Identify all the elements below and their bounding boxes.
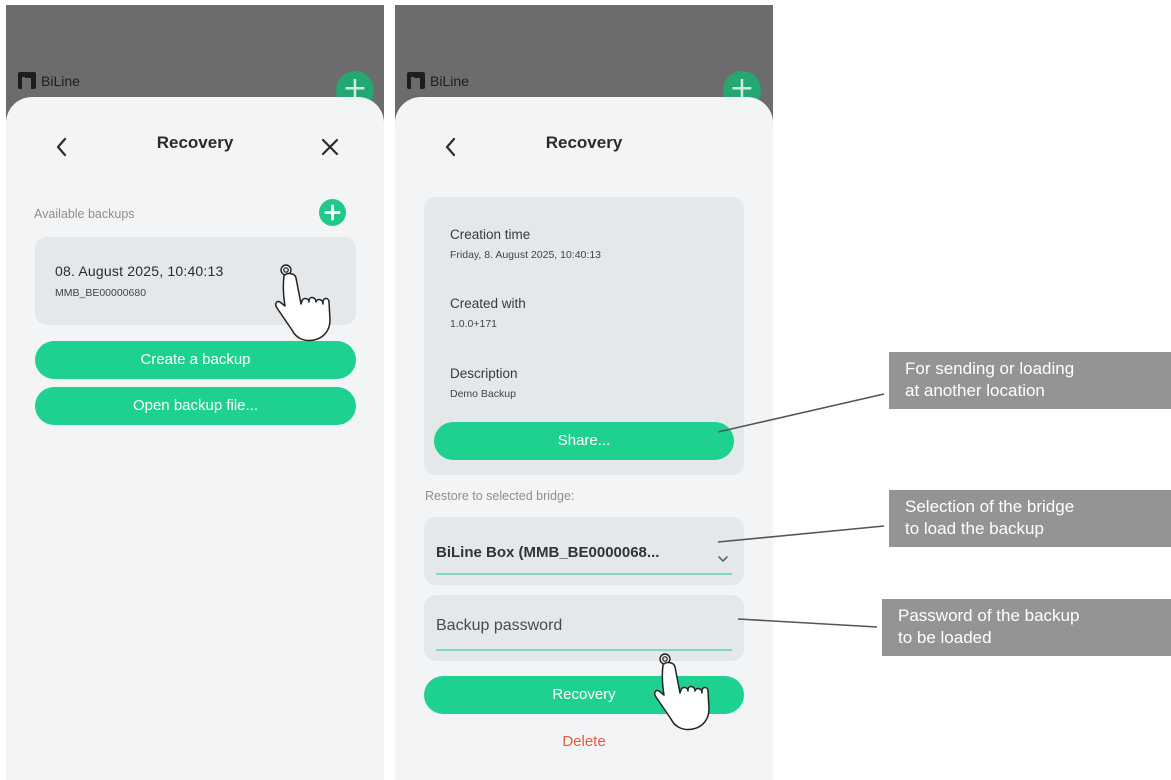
bridge-select[interactable]: BiLine Box (MMB_BE0000068... bbox=[424, 517, 744, 585]
restore-label: Restore to selected bridge: bbox=[425, 489, 575, 503]
app-header-logo: BiLine bbox=[17, 71, 80, 90]
delete-button[interactable]: Delete bbox=[395, 733, 773, 750]
backup-details-card: Creation time Friday, 8. August 2025, 10… bbox=[424, 197, 744, 475]
description-value: Demo Backup bbox=[450, 388, 516, 400]
page-title: Recovery bbox=[545, 133, 623, 152]
recovery-sheet: Recovery Available backups 08. August 20… bbox=[6, 97, 384, 780]
password-annotation-line-2: to be loaded bbox=[898, 628, 992, 647]
share-annotation-line-2: at another location bbox=[905, 381, 1045, 400]
password-annotation-line-1: Password of the backup bbox=[898, 606, 1080, 625]
created-with-label: Created with bbox=[450, 296, 526, 311]
hand-pointer-icon bbox=[274, 264, 338, 346]
biline-logo-icon bbox=[406, 71, 426, 90]
create-backup-button[interactable]: Create a backup bbox=[35, 341, 356, 379]
share-annotation-line-1: For sending or loading bbox=[905, 359, 1075, 378]
creation-time-label: Creation time bbox=[450, 227, 531, 242]
close-icon[interactable] bbox=[318, 135, 342, 159]
chevron-down-icon bbox=[717, 549, 729, 563]
app-name: BiLine bbox=[41, 72, 80, 89]
app-header-logo: BiLine bbox=[406, 71, 469, 90]
bridge-annotation-line-1: Selection of the bridge bbox=[905, 497, 1075, 516]
password-placeholder: Backup password bbox=[436, 617, 563, 634]
bridge-select-underline bbox=[436, 573, 732, 575]
biline-logo-icon bbox=[17, 71, 37, 90]
backup-bridge-id: MMB_BE00000680 bbox=[55, 287, 147, 299]
backup-date: 08. August 2025, 10:40:13 bbox=[55, 263, 224, 279]
password-underline bbox=[436, 649, 732, 651]
selected-bridge-value: BiLine Box (MMB_BE0000068... bbox=[436, 544, 660, 561]
password-annotation: Password of the backup to be loaded bbox=[882, 599, 1171, 656]
recovery-list-screen: BiLine + Recovery Available backups 08. … bbox=[6, 5, 384, 780]
available-backups-label: Available backups bbox=[34, 207, 135, 221]
hand-pointer-icon bbox=[653, 653, 717, 735]
bridge-annotation-line-2: to load the backup bbox=[905, 519, 1044, 538]
description-label: Description bbox=[450, 366, 518, 381]
app-name: BiLine bbox=[430, 72, 469, 89]
share-button[interactable]: Share... bbox=[434, 422, 734, 460]
open-backup-file-button[interactable]: Open backup file... bbox=[35, 387, 356, 425]
created-with-value: 1.0.0+171 bbox=[450, 318, 498, 330]
bridge-annotation: Selection of the bridge to load the back… bbox=[889, 490, 1171, 547]
password-field[interactable]: Backup password bbox=[424, 595, 744, 661]
share-annotation: For sending or loading at another locati… bbox=[889, 352, 1171, 409]
plus-circle-icon[interactable] bbox=[319, 199, 346, 226]
recovery-detail-screen: BiLine + Recovery Creation time Friday, … bbox=[395, 5, 773, 780]
creation-time-value: Friday, 8. August 2025, 10:40:13 bbox=[450, 249, 601, 261]
